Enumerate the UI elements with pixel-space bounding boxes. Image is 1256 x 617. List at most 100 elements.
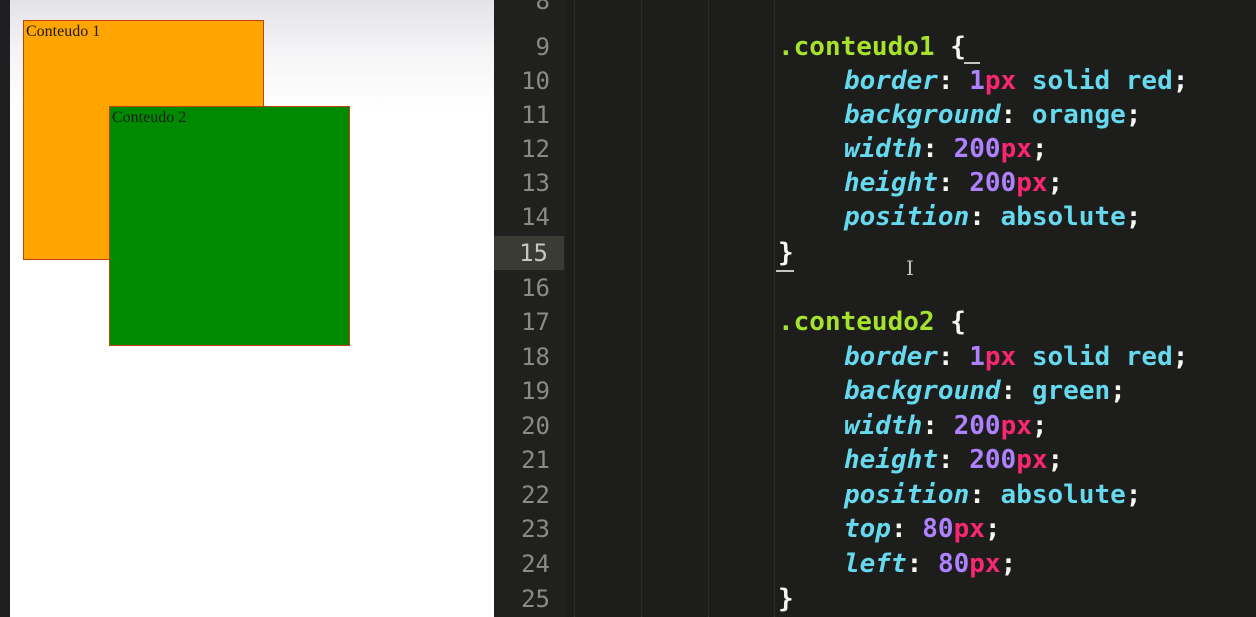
line-number: 24 xyxy=(521,550,550,578)
colon: : xyxy=(969,480,985,510)
colon: : xyxy=(890,514,907,544)
line-number: 10 xyxy=(521,67,550,95)
semicolon: ; xyxy=(1125,480,1142,510)
semicolon: ; xyxy=(1172,66,1189,96)
css-property: border xyxy=(844,66,938,96)
indent-guide xyxy=(708,0,709,617)
css-number: 200 xyxy=(953,134,1001,164)
open-brace: { xyxy=(950,32,966,62)
colon: : xyxy=(906,549,923,579)
code-line-14: position: absolute; xyxy=(844,200,1141,234)
css-number: 1 xyxy=(969,66,985,96)
css-value: solid red xyxy=(1016,342,1173,372)
line-number-gutter: 8 9 10 11 12 13 14 15 16 17 18 19 20 21 … xyxy=(494,0,566,617)
indent-guide xyxy=(641,0,642,617)
colon: : xyxy=(922,411,938,441)
css-property: height xyxy=(844,168,938,198)
css-property: width xyxy=(844,134,923,164)
css-number: 80 xyxy=(922,514,954,544)
semicolon: ; xyxy=(1000,549,1017,579)
code-line-18: border: 1px solid red; xyxy=(844,340,1188,374)
css-property: height xyxy=(844,445,938,475)
code-line-25: } xyxy=(778,582,794,616)
semicolon: ; xyxy=(1172,342,1189,372)
css-unit: px xyxy=(1000,134,1032,164)
line-number: 22 xyxy=(521,481,550,509)
css-unit: px xyxy=(984,342,1017,372)
code-line-15: } xyxy=(778,236,794,270)
line-number-current: 15 xyxy=(494,236,564,270)
code-line-19: background: green; xyxy=(844,374,1126,408)
css-number: 200 xyxy=(953,411,1001,441)
conteudo2-label: Conteudo 2 xyxy=(112,109,187,126)
semicolon: ; xyxy=(1110,376,1126,406)
line-number: 19 xyxy=(521,377,550,405)
line-number: 16 xyxy=(521,274,550,302)
conteudo2-box: Conteudo 2 xyxy=(109,106,350,346)
colon: : xyxy=(937,445,954,475)
code-editor[interactable]: 8 9 10 11 12 13 14 15 16 17 18 19 20 21 … xyxy=(494,0,1256,617)
line-number: 21 xyxy=(521,446,550,474)
css-selector: .conteudo1 xyxy=(778,32,935,62)
window-edge xyxy=(0,0,10,617)
colon: : xyxy=(937,66,954,96)
css-value: absolute xyxy=(984,202,1126,232)
line-number: 12 xyxy=(521,135,550,163)
code-line-10: border: 1px solid red; xyxy=(844,64,1188,98)
code-line-22: position: absolute; xyxy=(844,478,1141,512)
open-brace: { xyxy=(950,307,966,337)
code-line-11: background: orange; xyxy=(844,98,1141,132)
colon: : xyxy=(1000,100,1017,130)
css-property: top xyxy=(844,514,891,544)
text-cursor-icon: I xyxy=(906,256,914,280)
css-value: green xyxy=(1016,376,1111,406)
css-property: width xyxy=(844,411,923,441)
css-selector: .conteudo2 xyxy=(778,307,935,337)
css-property: position xyxy=(844,480,970,510)
css-unit: px xyxy=(1000,411,1032,441)
css-value: absolute xyxy=(984,480,1126,510)
conteudo1-label: Conteudo 1 xyxy=(26,23,101,40)
code-line-23: top: 80px; xyxy=(844,512,1001,546)
css-property: border xyxy=(844,342,938,372)
css-value: orange xyxy=(1016,100,1126,130)
line-number: 17 xyxy=(521,308,550,336)
semicolon: ; xyxy=(1125,202,1142,232)
colon: : xyxy=(969,202,985,232)
css-number: 200 xyxy=(969,168,1017,198)
semicolon: ; xyxy=(1125,100,1142,130)
css-number: 80 xyxy=(937,549,970,579)
browser-preview: Conteudo 1 Conteudo 2 xyxy=(0,0,494,617)
semicolon: ; xyxy=(1047,168,1064,198)
css-unit: px xyxy=(1016,445,1048,475)
css-number: 1 xyxy=(969,342,985,372)
css-number: 200 xyxy=(969,445,1017,475)
css-unit: px xyxy=(953,514,985,544)
line-number: 13 xyxy=(521,169,550,197)
code-line-21: height: 200px; xyxy=(844,443,1063,477)
colon: : xyxy=(1000,376,1017,406)
css-property: background xyxy=(844,100,1001,130)
brace-match-underline xyxy=(776,270,794,272)
close-brace: } xyxy=(778,238,794,268)
css-property: left xyxy=(844,549,907,579)
semicolon: ; xyxy=(1031,134,1048,164)
semicolon: ; xyxy=(984,514,1001,544)
css-property: position xyxy=(844,202,970,232)
colon: : xyxy=(922,134,938,164)
css-unit: px xyxy=(1016,168,1048,198)
line-number: 18 xyxy=(521,343,550,371)
colon: : xyxy=(937,168,954,198)
indent-guide xyxy=(774,0,775,617)
semicolon: ; xyxy=(1031,411,1048,441)
line-number: 23 xyxy=(521,515,550,543)
line-number: 14 xyxy=(521,203,550,231)
colon: : xyxy=(937,342,954,372)
line-number: 8 xyxy=(535,0,550,15)
close-brace: } xyxy=(778,584,794,614)
code-line-12: width: 200px; xyxy=(844,132,1048,166)
semicolon: ; xyxy=(1047,445,1064,475)
css-unit: px xyxy=(969,549,1001,579)
code-line-9: .conteudo1 { xyxy=(778,30,966,64)
css-unit: px xyxy=(984,66,1017,96)
